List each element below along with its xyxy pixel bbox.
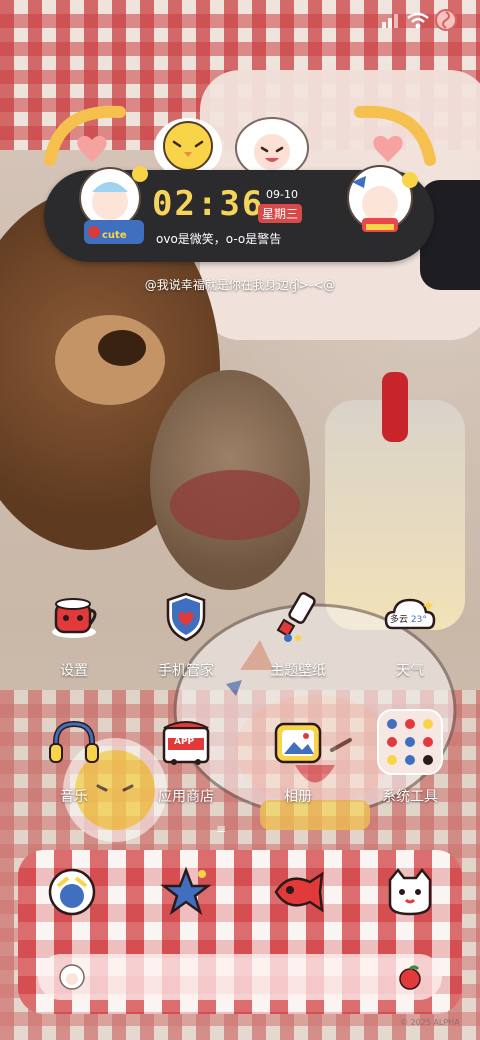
app-system-tools[interactable]: [376, 708, 444, 776]
weather-condition: 多云: [390, 615, 409, 625]
dock-phone[interactable]: [44, 864, 100, 920]
home-screen: cute 02:36 09-10 星期三 ovo是微笑，o-o是警告 @我说幸福…: [0, 0, 480, 1040]
page-indicator[interactable]: ≡: [216, 822, 226, 836]
teacup-icon: [52, 598, 97, 638]
star-messages-icon: [160, 866, 212, 916]
wallpaper-big-bear-nose: [98, 330, 146, 366]
wifi-icon: [407, 12, 429, 29]
apple-icon[interactable]: [396, 963, 424, 991]
shield-icon: [166, 592, 206, 642]
wallpaper-cup-straw: [382, 372, 408, 442]
clock-widget[interactable]: cute 02:36 09-10 星期三 ovo是微笑，o-o是警告: [44, 165, 434, 262]
app-theme-wallpaper-label: 主题壁纸: [270, 663, 326, 679]
app-music-label: 音乐: [60, 789, 88, 805]
cat-browser-icon: [388, 867, 432, 916]
app-phone-manager-label: 手机管家: [158, 663, 214, 679]
app-weather-label: 天气: [396, 663, 424, 679]
app-system-tools-label: 系统工具: [382, 789, 438, 805]
weather-temp: 23°: [410, 615, 427, 625]
app-settings-label: 设置: [60, 663, 88, 679]
girl-sticker-icon: [347, 165, 418, 232]
clock-weekday: 星期三: [258, 204, 303, 223]
app-gallery-label: 相册: [284, 789, 312, 805]
paintbrush-icon: [276, 592, 316, 642]
weather-badge: 多云 23°: [390, 612, 427, 625]
sheep-face-icon[interactable]: [58, 963, 86, 991]
slogan-text: @我说幸福就是你在我身边ദ്ദി>-<@: [144, 278, 336, 292]
dock-browser[interactable]: [382, 864, 438, 920]
app-store-label: 应用商店: [158, 789, 214, 805]
clock-time: 02:36: [152, 184, 265, 224]
app-settings[interactable]: [46, 588, 102, 644]
app-store[interactable]: APP: [158, 714, 214, 770]
signal-icon: [382, 14, 398, 28]
dock-camera[interactable]: [270, 864, 326, 920]
search-bar[interactable]: [38, 954, 442, 1000]
app-music[interactable]: [46, 714, 102, 770]
app-weather[interactable]: 多云 23°: [382, 588, 438, 644]
clock-caption: ovo是微笑，o-o是警告: [156, 232, 282, 246]
app-store-badge: APP: [174, 737, 195, 747]
photo-frame-icon: [274, 722, 322, 764]
sticker-cute-text: cute: [102, 230, 127, 241]
headphones-icon: [49, 720, 99, 763]
sheep-phone-icon: [48, 868, 96, 916]
folder-icon: [377, 709, 443, 775]
clock-date: 09-10: [266, 188, 298, 201]
status-bar: [380, 8, 475, 32]
app-theme-wallpaper[interactable]: [270, 588, 326, 644]
wallpaper-small-bear-scarf: [170, 470, 300, 540]
fish-camera-icon: [274, 871, 324, 913]
app-gallery[interactable]: [270, 714, 326, 770]
dock-messages[interactable]: [158, 864, 214, 920]
lollipop-icon: [435, 9, 457, 31]
app-phone-manager[interactable]: [158, 588, 214, 644]
watermark: © 2025 ALPHA: [400, 1018, 460, 1027]
